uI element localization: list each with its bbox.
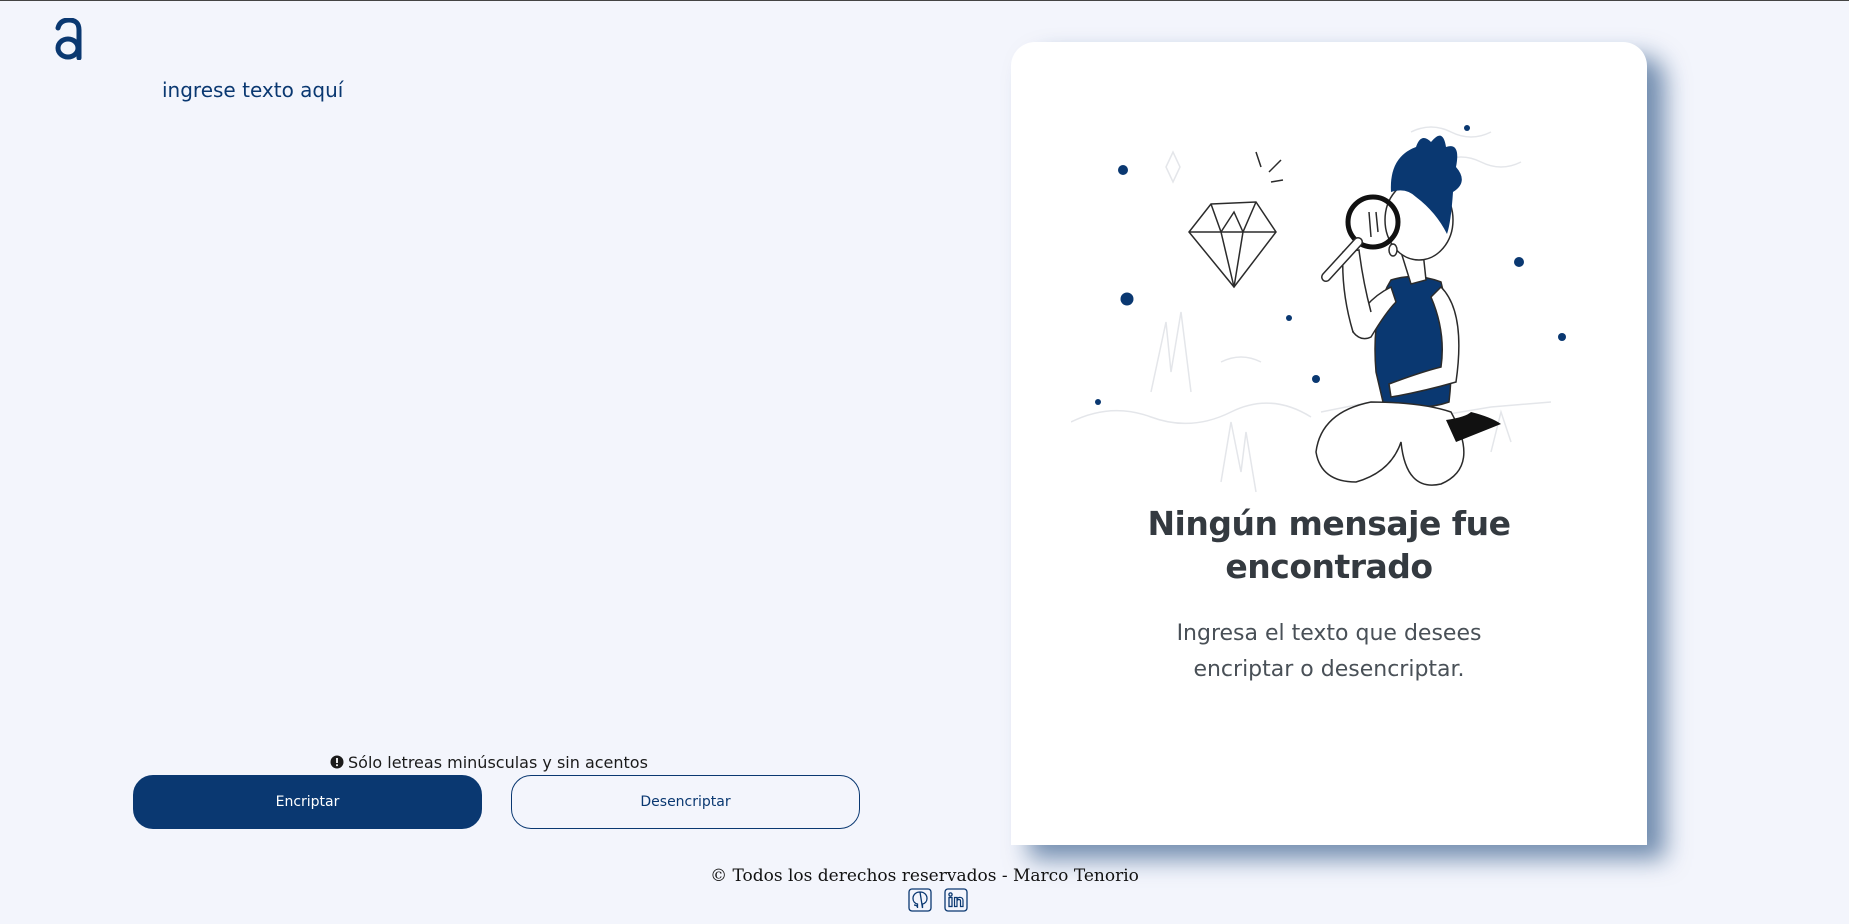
boy-with-magnifying-glass-illustration [1071, 125, 1566, 493]
linkedin-icon[interactable] [944, 888, 968, 912]
exclamation-circle-icon [330, 755, 344, 769]
alura-logo-icon[interactable] [54, 18, 84, 60]
empty-state-title: Ningún mensaje fue encontrado [1147, 504, 1511, 586]
message-input[interactable] [162, 78, 862, 678]
output-panel: Ningún mensaje fue encontrado Ingresa el… [1011, 42, 1647, 845]
footer-copyright: © Todos los derechos reservados - Marco … [710, 866, 1139, 886]
encrypt-button[interactable]: Encriptar [133, 775, 482, 829]
github-icon[interactable] [908, 888, 932, 912]
footer-social-links [908, 888, 968, 912]
decrypt-button[interactable]: Desencriptar [511, 775, 860, 829]
hint-text: Sólo letreas minúsculas y sin acentos [348, 752, 648, 772]
top-border [0, 0, 1849, 1]
input-hint: Sólo letreas minúsculas y sin acentos [330, 752, 648, 772]
empty-state-description: Ingresa el texto que desees encriptar o … [1176, 621, 1482, 682]
